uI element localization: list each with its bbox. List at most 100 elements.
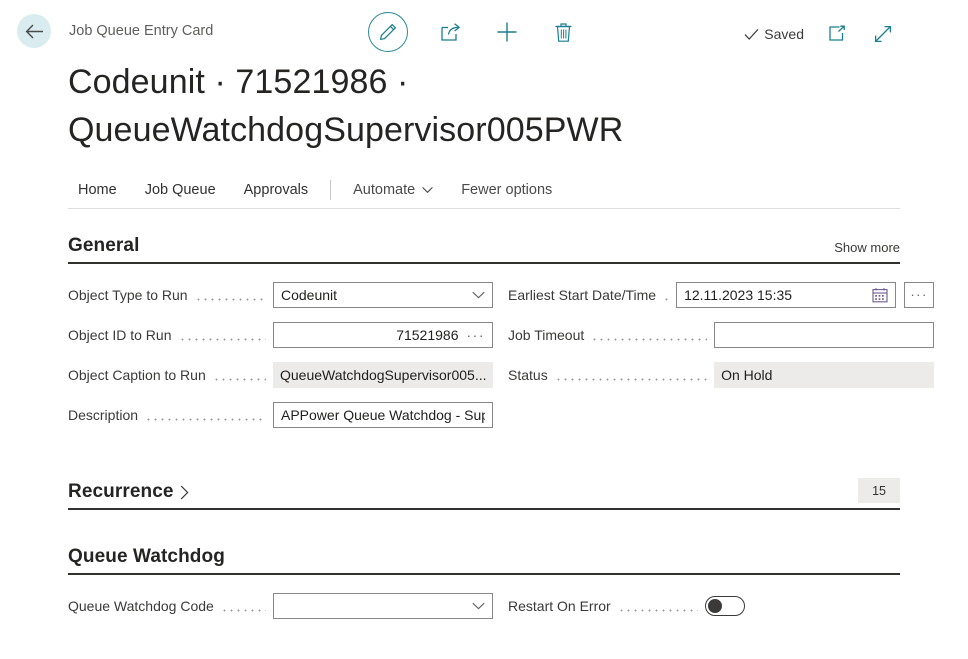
save-status: Saved (744, 26, 804, 42)
open-in-new-window-icon (828, 25, 846, 43)
share-button[interactable] (438, 19, 464, 45)
open-in-new-window-button[interactable] (824, 21, 850, 47)
general-left-column: Object Type to Run Codeunit Object I (68, 282, 493, 428)
field-object-id-to-run: Object ID to Run 71521986 ··· (68, 322, 493, 348)
field-value: QueueWatchdogSupervisor005... (280, 367, 486, 383)
recurrence-count-badge: 15 (858, 478, 900, 504)
label-dots (179, 328, 267, 342)
field-control: Codeunit (273, 282, 493, 308)
field-label: Object Type to Run (68, 287, 188, 303)
field-control (705, 596, 745, 616)
description-input[interactable]: APPower Queue Watchdog - Supe (273, 402, 493, 428)
queue-watchdog-group-title: Queue Watchdog (68, 546, 225, 568)
general-group-header: General Show more (68, 235, 900, 264)
field-label: Restart On Error (508, 598, 611, 614)
pencil-icon (378, 22, 398, 42)
back-button[interactable] (17, 14, 51, 48)
delete-button[interactable] (550, 19, 576, 45)
edit-button[interactable] (368, 12, 408, 52)
calendar-icon[interactable] (866, 287, 888, 303)
field-label: Description (68, 407, 138, 423)
label-dots (663, 288, 669, 302)
ribbon-item-job-queue[interactable]: Job Queue (131, 173, 230, 208)
field-label: Queue Watchdog Code (68, 598, 214, 614)
toggle-knob (708, 599, 722, 613)
queue-watchdog-left-column: Queue Watchdog Code (68, 593, 493, 619)
general-group-title: General (68, 235, 139, 257)
recurrence-title-label: Recurrence (68, 481, 174, 503)
title-block: Codeunit · 71521986 · QueueWatchdogSuper… (0, 58, 968, 155)
expand-diagonal-icon (874, 25, 892, 43)
field-control (714, 322, 934, 348)
show-more-link[interactable]: Show more (834, 240, 900, 257)
label-dots (213, 368, 266, 382)
chevron-down-icon[interactable] (466, 291, 485, 299)
field-control: QueueWatchdogSupervisor005... (273, 362, 493, 388)
queue-watchdog-group-header: Queue Watchdog (68, 546, 900, 575)
field-earliest-start-datetime: Earliest Start Date/Time 12.11.2023 15:3… (508, 282, 934, 308)
fullscreen-button[interactable] (870, 21, 896, 47)
label-dots (221, 599, 266, 613)
queue-watchdog-right-column: Restart On Error (508, 593, 900, 619)
recurrence-group-header[interactable]: Recurrence 15 (68, 478, 900, 511)
field-object-type-to-run: Object Type to Run Codeunit (68, 282, 493, 308)
chevron-down-icon[interactable] (466, 602, 485, 610)
restart-on-error-toggle[interactable] (705, 596, 745, 616)
share-icon (440, 22, 462, 42)
field-control: 12.11.2023 15:35 (676, 282, 934, 308)
checkmark-icon (744, 28, 759, 41)
save-status-label: Saved (764, 26, 804, 42)
top-bar: Job Queue Entry Card (0, 0, 968, 62)
field-label: Object Caption to Run (68, 367, 206, 383)
ribbon-item-automate[interactable]: Automate (339, 173, 447, 208)
ribbon-item-fewer-options[interactable]: Fewer options (447, 173, 566, 208)
queue-watchdog-code-dropdown[interactable] (273, 593, 493, 619)
earliest-start-datetime-input[interactable]: 12.11.2023 15:35 (676, 282, 896, 308)
ribbon-item-approvals[interactable]: Approvals (230, 173, 322, 208)
field-value: 71521986 (281, 327, 459, 343)
field-job-timeout: Job Timeout (508, 322, 934, 348)
field-control: APPower Queue Watchdog - Supe (273, 402, 493, 428)
chevron-right-icon[interactable] (180, 485, 189, 500)
field-restart-on-error: Restart On Error (508, 593, 900, 619)
label-dots (618, 599, 698, 613)
earliest-start-assist-edit-button[interactable]: ··· (904, 282, 934, 308)
label-dots (145, 408, 266, 422)
page-caption: Job Queue Entry Card (69, 23, 213, 39)
object-id-to-run-input[interactable]: 71521986 ··· (273, 322, 493, 348)
status-badge: On Hold (714, 362, 934, 388)
field-queue-watchdog-code: Queue Watchdog Code (68, 593, 493, 619)
field-label: Earliest Start Date/Time (508, 287, 656, 303)
action-ribbon: Home Job Queue Approvals Automate Fewer … (68, 173, 900, 209)
new-button[interactable] (494, 19, 520, 45)
recurrence-group-title[interactable]: Recurrence (68, 481, 189, 503)
field-object-caption-to-run: Object Caption to Run QueueWatchdogSuper… (68, 362, 493, 388)
label-dots (195, 288, 266, 302)
field-status: Status On Hold (508, 362, 934, 388)
field-control: On Hold (714, 362, 934, 388)
field-label: Status (508, 367, 548, 383)
top-bar-right: Saved (744, 21, 896, 47)
field-label: Object ID to Run (68, 327, 172, 343)
assist-edit-icon[interactable]: ··· (467, 327, 486, 343)
field-control: 71521986 ··· (273, 322, 493, 348)
ribbon-item-home[interactable]: Home (68, 173, 131, 208)
page-content: General Show more Object Type to Run Cod… (0, 209, 968, 620)
field-value: APPower Queue Watchdog - Supe (281, 407, 485, 423)
object-type-to-run-dropdown[interactable]: Codeunit (273, 282, 493, 308)
job-timeout-input[interactable] (714, 322, 934, 348)
field-description: Description APPower Queue Watchdog - Sup… (68, 402, 493, 428)
queue-watchdog-fields: Queue Watchdog Code Restart On E (68, 593, 900, 619)
general-fields: Object Type to Run Codeunit Object I (68, 282, 900, 428)
record-toolbar (368, 12, 576, 52)
label-dots (555, 368, 707, 382)
field-control (273, 593, 493, 619)
field-value: Codeunit (281, 287, 466, 303)
arrow-left-icon (25, 24, 44, 39)
object-caption-to-run-value: QueueWatchdogSupervisor005... (273, 362, 493, 388)
label-dots (591, 328, 707, 342)
general-right-column: Earliest Start Date/Time 12.11.2023 15:3… (508, 282, 934, 428)
chevron-down-icon (422, 186, 433, 194)
field-value: On Hold (721, 367, 927, 383)
field-value: 12.11.2023 15:35 (684, 287, 866, 303)
